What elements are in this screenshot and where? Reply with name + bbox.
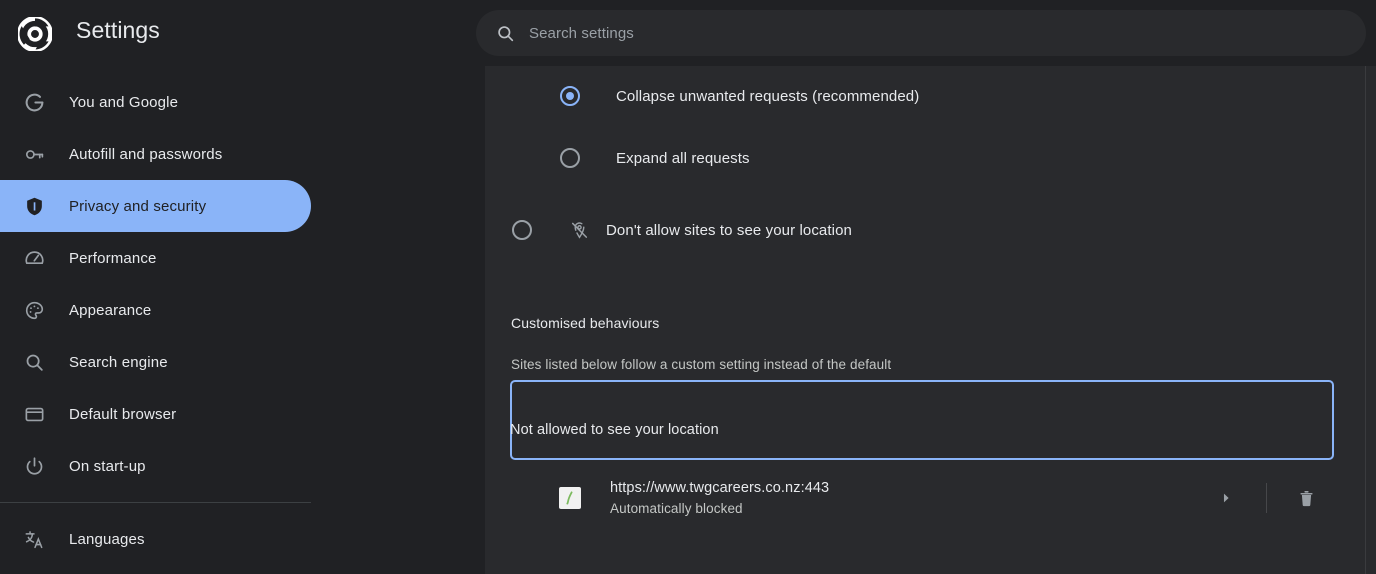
search-settings-bar[interactable]: Search settings: [476, 10, 1366, 56]
radio-option-collapse-unwanted[interactable]: Collapse unwanted requests (recommended): [560, 86, 919, 106]
sidebar-item-performance[interactable]: Performance: [0, 232, 311, 284]
row-vertical-divider: [1266, 483, 1267, 513]
sidebar-item-label: Default browser: [69, 405, 177, 423]
site-url: https://www.twgcareers.co.nz:443: [610, 480, 830, 496]
site-favicon-icon: [559, 487, 581, 509]
sidebar-item-label: Autofill and passwords: [69, 145, 223, 163]
sidebar-item-label: You and Google: [69, 93, 179, 111]
sidebar-item-privacy-security[interactable]: Privacy and security: [0, 180, 311, 232]
section-heading: Customised behaviours: [511, 315, 660, 331]
site-info: https://www.twgcareers.co.nz:443 Automat…: [610, 480, 829, 516]
sidebar-item-label: Privacy and security: [69, 197, 207, 215]
palette-icon: [21, 300, 47, 321]
sidebar-item-label: On start-up: [69, 457, 146, 475]
sidebar-item-on-start-up[interactable]: On start-up: [0, 440, 311, 492]
radio-option-dont-allow-location[interactable]: Don't allow sites to see your location: [512, 220, 852, 240]
sidebar-item-search-engine[interactable]: Search engine: [0, 336, 311, 388]
power-icon: [21, 456, 47, 477]
window-icon: [21, 404, 47, 425]
radio-button[interactable]: [560, 86, 580, 106]
chevron-right-icon[interactable]: [1212, 484, 1240, 512]
sidebar-item-autofill-passwords[interactable]: Autofill and passwords: [0, 128, 311, 180]
section-subtext: Sites listed below follow a custom setti…: [511, 357, 892, 372]
custom-behaviour-focus-box[interactable]: [510, 380, 1334, 460]
settings-page: Settings Search settings You and Google: [0, 0, 1376, 574]
site-status: Automatically blocked: [610, 501, 743, 516]
sidebar-divider: [0, 502, 311, 503]
sidebar-item-default-browser[interactable]: Default browser: [0, 388, 311, 440]
radio-button[interactable]: [512, 220, 532, 240]
search-input[interactable]: Search settings: [529, 25, 634, 42]
location-off-icon: [570, 221, 589, 240]
radio-option-label: Expand all requests: [616, 149, 750, 167]
page-title: Settings: [76, 17, 160, 43]
sidebar-item-you-and-google[interactable]: You and Google: [0, 76, 311, 128]
sidebar-item-appearance[interactable]: Appearance: [0, 284, 311, 336]
sidebar-item-label: Languages: [69, 530, 145, 548]
sidebar-item-languages[interactable]: Languages: [0, 513, 311, 565]
sidebar-item-label: Search engine: [69, 353, 168, 371]
content-scrollbar[interactable]: [1365, 66, 1366, 574]
radio-option-label: Don't allow sites to see your location: [606, 221, 852, 239]
custom-behaviour-group-label: Not allowed to see your location: [510, 422, 719, 438]
top-header-bar: Settings Search settings: [0, 0, 1376, 66]
speedometer-icon: [21, 248, 47, 269]
sidebar-item-label: Appearance: [69, 301, 152, 319]
main-content-panel: Collapse unwanted requests (recommended)…: [485, 66, 1376, 574]
search-icon: [496, 24, 515, 43]
chrome-logo-icon: [16, 15, 54, 53]
radio-option-expand-all[interactable]: Expand all requests: [560, 148, 750, 168]
google-g-icon: [21, 92, 47, 113]
search-icon: [21, 352, 47, 373]
site-list-item[interactable]: https://www.twgcareers.co.nz:443 Automat…: [511, 470, 1335, 526]
sidebar-nav: You and Google Autofill and passwords Pr…: [0, 66, 485, 574]
translate-icon: [21, 529, 47, 550]
radio-option-label: Collapse unwanted requests (recommended): [616, 87, 920, 105]
sidebar-item-label: Performance: [69, 249, 157, 267]
trash-icon[interactable]: [1291, 483, 1321, 513]
radio-button[interactable]: [560, 148, 580, 168]
shield-icon: [21, 196, 47, 217]
key-icon: [21, 144, 47, 165]
